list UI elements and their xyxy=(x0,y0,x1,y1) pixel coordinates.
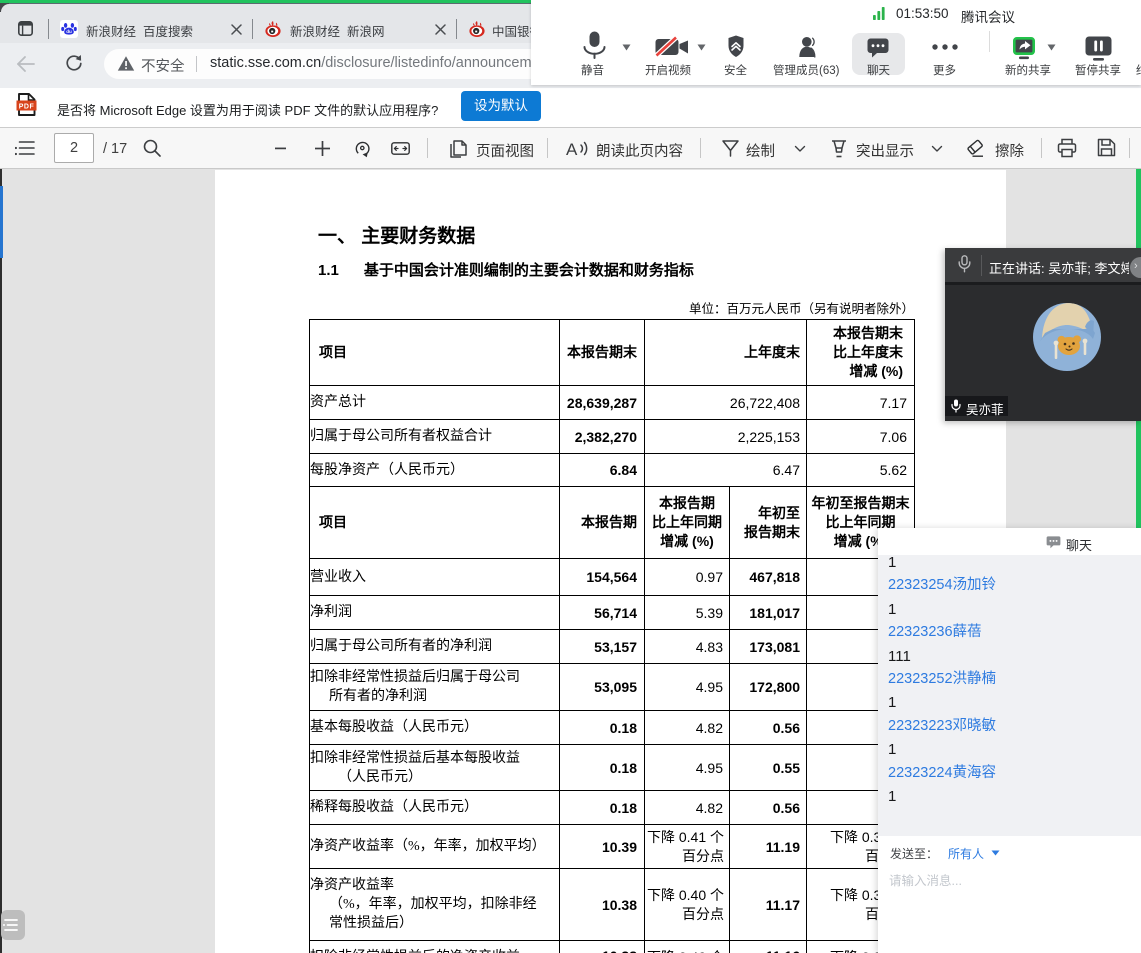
svg-text:PDF: PDF xyxy=(19,103,35,110)
svg-text:du: du xyxy=(66,29,72,34)
svg-text:A: A xyxy=(566,140,578,158)
